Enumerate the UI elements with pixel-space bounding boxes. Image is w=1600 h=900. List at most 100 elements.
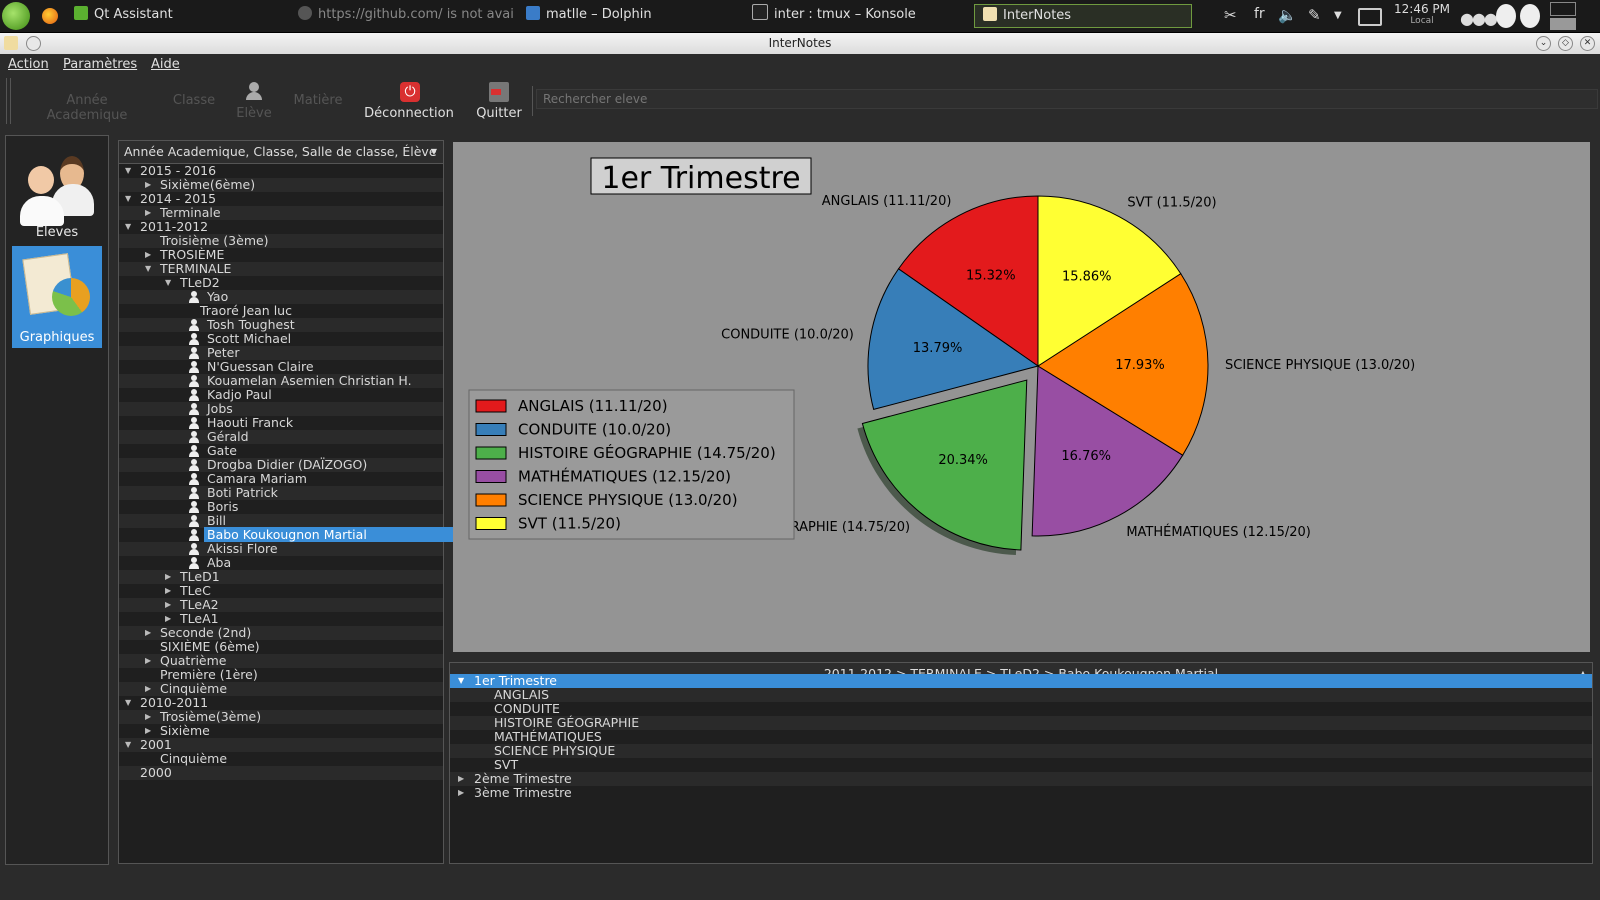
tree-student-row[interactable]: Haouti Franck <box>119 415 443 430</box>
tree-student-row[interactable]: Kouamelan Asemien Christian H. <box>119 373 443 388</box>
tree-group-row[interactable]: Première (1ère) <box>119 667 443 682</box>
expand-down-icon[interactable]: ▼ <box>165 276 175 290</box>
expand-down-icon[interactable]: ▼ <box>125 164 135 178</box>
tree-group-row[interactable]: Traoré Jean luc <box>119 303 443 318</box>
expand-down-icon[interactable]: ▼ <box>125 220 135 234</box>
expand-right-icon[interactable]: ▶ <box>145 724 155 738</box>
minimize-button[interactable]: ⌄ <box>1536 36 1551 51</box>
trimester-row[interactable]: ▶ 3ème Trimestre <box>450 785 1592 800</box>
window-titlebar[interactable]: InterNotes ⌄ ◇ ✕ <box>0 33 1600 54</box>
expand-right-icon[interactable]: ▶ <box>145 682 155 696</box>
start-menu-icon[interactable] <box>2 2 30 30</box>
expand-down-icon[interactable]: ▼ <box>145 262 155 276</box>
subject-row[interactable]: HISTOIRE GÉOGRAPHIE <box>450 715 1592 730</box>
grades-tree[interactable]: 2011-2012 > TERMINALE > TLeD2 > Babo Kou… <box>449 662 1593 864</box>
activity-icon-2[interactable] <box>1520 4 1540 28</box>
eleve-button[interactable]: Elève <box>230 76 278 126</box>
side-item-graphiques[interactable]: Graphiques <box>12 246 102 348</box>
tree-group-row[interactable]: ▼ TERMINALE <box>119 261 443 276</box>
trimester-row[interactable]: ▼ 1er Trimestre <box>450 673 1592 688</box>
task-qt-assistant[interactable]: Qt Assistant <box>74 4 173 26</box>
tree-student-row[interactable]: Camara Mariam <box>119 471 443 486</box>
expand-right-icon[interactable]: ▶ <box>145 654 155 668</box>
keyboard-layout[interactable]: fr <box>1254 6 1265 22</box>
tree-student-row[interactable]: Bill <box>119 513 443 528</box>
tree-group-row[interactable]: ▶ Seconde (2nd) <box>119 625 443 640</box>
student-tree[interactable]: Année Academique, Classe, Salle de class… <box>118 140 607 864</box>
tree-group-row[interactable]: ▶ Cinquième <box>119 681 443 696</box>
tree-group-row[interactable]: ▼ 2001 <box>119 737 443 752</box>
expand-right-icon[interactable]: ▶ <box>145 710 155 724</box>
tree-group-row[interactable]: ▶ Trosième(3ème) <box>119 709 443 724</box>
tree-group-row[interactable]: SIXIÈME (6ème) <box>119 639 443 654</box>
tree-group-row[interactable]: ▶ TLeA1 <box>119 611 443 626</box>
tree-student-row[interactable]: Jobs <box>119 401 443 416</box>
tree-student-row[interactable]: Aba <box>119 555 443 570</box>
classe-button[interactable]: Classe <box>166 76 222 126</box>
close-button[interactable]: ✕ <box>1580 36 1595 51</box>
tree-student-row[interactable]: Gate <box>119 443 443 458</box>
tree-group-row[interactable]: ▶ TROSIÈME <box>119 247 443 262</box>
expand-right-icon[interactable]: ▶ <box>165 612 175 626</box>
pin-icon[interactable] <box>26 36 41 51</box>
subject-row[interactable]: ANGLAIS <box>450 687 1592 702</box>
tree-group-row[interactable]: ▶ TLeA2 <box>119 597 443 612</box>
battery-icon[interactable] <box>1358 8 1382 26</box>
menu-action[interactable]: Action <box>8 57 49 72</box>
subject-row[interactable]: SCIENCE PHYSIQUE <box>450 743 1592 758</box>
tree-group-row[interactable]: ▼ TLeD2 <box>119 275 443 290</box>
network-icon[interactable]: ✂ <box>1224 6 1237 24</box>
menu-parametres[interactable]: Paramètres <box>63 57 137 72</box>
tree-group-row[interactable]: ▼ 2015 - 2016 <box>119 163 443 178</box>
tree-group-row[interactable]: Cinquième <box>119 751 443 766</box>
tree-group-row[interactable]: ▼ 2011-2012 <box>119 219 443 234</box>
tree-group-row[interactable]: ▼ 2010-2011 <box>119 695 443 710</box>
annee-academique-button[interactable]: Année Academique <box>24 76 150 126</box>
activity-icon-1[interactable] <box>1496 4 1516 28</box>
tree-group-row[interactable]: ▶ Sixième <box>119 723 443 738</box>
tree-student-row[interactable]: Boris <box>119 499 443 514</box>
expand-right-icon[interactable]: ▶ <box>458 772 464 786</box>
clock[interactable]: 12:46 PM Local <box>1392 2 1452 26</box>
expand-right-icon[interactable]: ▶ <box>165 584 175 598</box>
tree-group-row[interactable]: ▶ TLeC <box>119 583 443 598</box>
subject-row[interactable]: SVT <box>450 757 1592 772</box>
tree-student-row[interactable]: Boti Patrick <box>119 485 443 500</box>
tree-student-row[interactable]: Tosh Toughest <box>119 317 443 332</box>
tree-group-row[interactable]: ▼ 2014 - 2015 <box>119 191 443 206</box>
tree-group-row[interactable]: 2000 <box>119 765 443 780</box>
firefox-icon[interactable] <box>42 8 58 24</box>
expand-right-icon[interactable]: ▶ <box>165 598 175 612</box>
app-icon[interactable] <box>4 36 18 50</box>
deconnexion-button[interactable]: ⏻ Déconnection <box>362 76 456 126</box>
expand-down-icon[interactable]: ▼ <box>125 192 135 206</box>
pager-icon[interactable] <box>1550 2 1576 30</box>
menu-aide[interactable]: Aide <box>151 57 180 72</box>
volume-icon[interactable]: 🔈 <box>1278 6 1297 24</box>
expand-down-icon[interactable]: ▼ <box>125 738 135 752</box>
expand-down-icon[interactable]: ▼ <box>125 696 135 710</box>
expand-right-icon[interactable]: ▶ <box>145 626 155 640</box>
side-item-eleves[interactable]: Eleves <box>12 144 102 246</box>
subject-row[interactable]: CONDUITE <box>450 701 1592 716</box>
tree-header[interactable]: Année Academique, Classe, Salle de class… <box>119 141 443 164</box>
subject-row[interactable]: MATHÉMATIQUES <box>450 729 1592 744</box>
tree-student-row[interactable]: Yao <box>119 289 443 304</box>
expand-down-icon[interactable]: ▼ <box>458 674 464 688</box>
matiere-button[interactable]: Matière <box>288 76 348 126</box>
tools-icon[interactable]: ✎ <box>1308 6 1321 24</box>
tree-student-row[interactable]: Babo Koukougnon Martial <box>119 527 607 542</box>
tree-group-row[interactable]: Troisième (3ème) <box>119 233 443 248</box>
expand-right-icon[interactable]: ▶ <box>145 178 155 192</box>
more-icon[interactable]: ●●● <box>1460 9 1498 28</box>
chevron-down-icon[interactable]: ▼ <box>1334 10 1342 21</box>
tree-student-row[interactable]: Kadjo Paul <box>119 387 443 402</box>
tree-student-row[interactable]: N'Guessan Claire <box>119 359 443 374</box>
tree-group-row[interactable]: ▶ Sixième(6ème) <box>119 177 443 192</box>
search-student-input[interactable] <box>536 89 1598 109</box>
tree-student-row[interactable]: Gérald <box>119 429 443 444</box>
expand-right-icon[interactable]: ▶ <box>145 248 155 262</box>
tree-group-row[interactable]: ▶ TLeD1 <box>119 569 443 584</box>
tree-student-row[interactable]: Scott Michael <box>119 331 443 346</box>
toolbar-handle[interactable] <box>6 78 11 124</box>
